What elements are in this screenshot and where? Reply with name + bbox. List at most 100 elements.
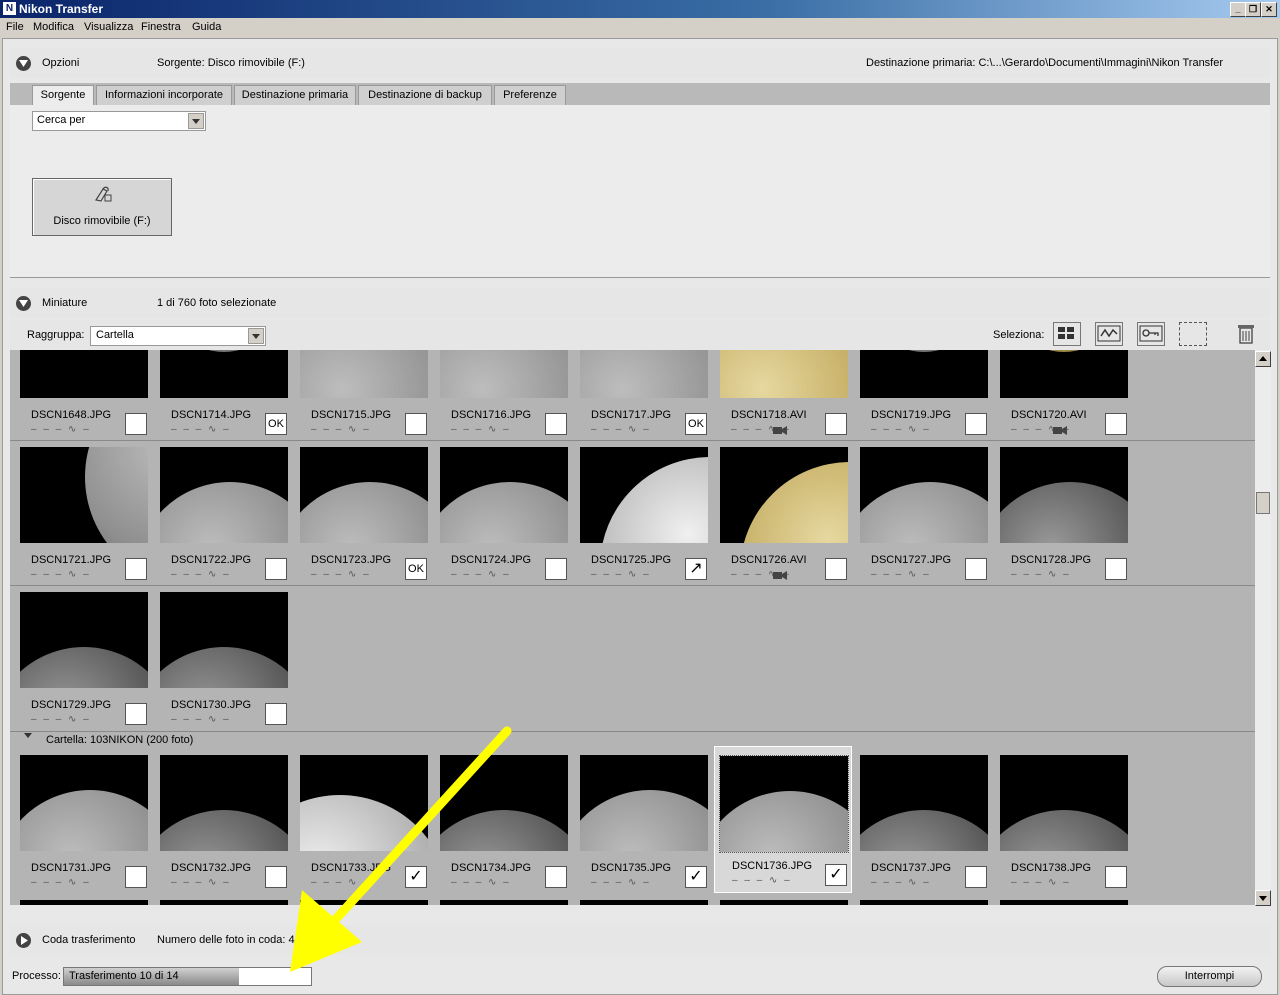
photo-thumbnail[interactable]	[719, 755, 849, 853]
photo-thumbnail[interactable]	[440, 447, 568, 543]
photo-thumbnail[interactable]	[160, 755, 288, 851]
transfer-checkbox[interactable]	[965, 866, 987, 888]
transfer-checkbox[interactable]: OK	[685, 413, 707, 435]
transfer-checkbox[interactable]	[265, 703, 287, 725]
device-button[interactable]: Disco rimovibile (F:)	[32, 178, 172, 236]
thumbnail-cell[interactable]: DSCN1717.JPG – – – ∿ – OK	[570, 350, 708, 440]
minimize-button[interactable]: _	[1230, 2, 1246, 17]
select-all-button[interactable]	[1053, 322, 1081, 346]
photo-thumbnail[interactable]	[20, 350, 148, 398]
menu-finestra[interactable]: Finestra	[141, 21, 181, 33]
menu-file[interactable]: File	[6, 21, 24, 33]
close-button[interactable]: ✕	[1261, 2, 1277, 17]
transfer-checkbox[interactable]	[1105, 558, 1127, 580]
thumbnail-cell[interactable]: DSCN1733.JPG – – – ∿ – ✓	[290, 749, 428, 894]
photo-thumbnail[interactable]	[580, 447, 708, 543]
collapse-icon[interactable]	[16, 56, 31, 71]
thumbnail-cell[interactable]: DSCN1725.JPG – – – ∿ – ↗	[570, 441, 708, 585]
thumbnail-cell[interactable]: DSCN1727.JPG – – – ∿ –	[850, 441, 988, 585]
thumbnail-cell[interactable]: DSCN1732.JPG – – – ∿ –	[150, 749, 288, 894]
thumbnail-cell[interactable]: DSCN1726.AVI – – – ∿ –	[710, 441, 848, 585]
transfer-checkbox[interactable]	[545, 866, 567, 888]
thumbnail-cell[interactable]: DSCN1729.JPG – – – ∿ –	[10, 586, 148, 731]
photo-thumbnail[interactable]	[300, 350, 428, 398]
thumbnail-cell[interactable]: DSCN1648.JPG – – – ∿ –	[10, 350, 148, 440]
thumbnail-cell[interactable]: DSCN1737.JPG – – – ∿ –	[850, 749, 988, 894]
vertical-scrollbar[interactable]	[1255, 350, 1271, 906]
transfer-checkbox[interactable]: ✓	[405, 866, 427, 888]
transfer-checkbox[interactable]	[405, 413, 427, 435]
transfer-checkbox[interactable]	[265, 558, 287, 580]
transfer-checkbox[interactable]	[125, 703, 147, 725]
search-by-dropdown[interactable]: Cerca per	[32, 111, 206, 131]
tab-destinazione-backup[interactable]: Destinazione di backup	[358, 85, 492, 106]
transfer-checkbox[interactable]: OK	[265, 413, 287, 435]
thumbnail-cell[interactable]: DSCN1721.JPG – – – ∿ –	[10, 441, 148, 585]
photo-thumbnail[interactable]	[20, 592, 148, 688]
thumbnail-cell[interactable]: DSCN1731.JPG – – – ∿ –	[10, 749, 148, 894]
restore-button[interactable]: ❐	[1245, 2, 1261, 17]
photo-thumbnail[interactable]	[160, 447, 288, 543]
photo-thumbnail[interactable]	[160, 350, 288, 398]
folder-expand-icon[interactable]	[24, 733, 32, 738]
chevron-down-icon[interactable]	[248, 328, 264, 344]
transfer-checkbox[interactable]: ✓	[825, 864, 847, 886]
transfer-checkbox[interactable]	[125, 558, 147, 580]
photo-thumbnail[interactable]	[300, 755, 428, 851]
chevron-down-icon[interactable]	[188, 113, 204, 129]
menu-modifica[interactable]: Modifica	[33, 21, 74, 33]
photo-thumbnail[interactable]	[1000, 447, 1128, 543]
delete-button[interactable]	[1233, 322, 1259, 344]
select-none-button[interactable]	[1179, 322, 1207, 346]
menu-guida[interactable]: Guida	[192, 21, 221, 33]
transfer-checkbox[interactable]: OK	[405, 558, 427, 580]
transfer-checkbox[interactable]	[965, 558, 987, 580]
menu-visualizza[interactable]: Visualizza	[84, 21, 133, 33]
tab-sorgente[interactable]: Sorgente	[32, 85, 94, 107]
photo-thumbnail[interactable]	[440, 350, 568, 398]
transfer-checkbox[interactable]	[125, 866, 147, 888]
photo-thumbnail[interactable]	[20, 447, 148, 543]
photo-thumbnail[interactable]	[860, 900, 988, 905]
thumbnail-cell[interactable]: DSCN1722.JPG – – – ∿ –	[150, 441, 288, 585]
photo-thumbnail[interactable]	[20, 755, 148, 851]
photo-thumbnail[interactable]	[160, 900, 288, 905]
transfer-checkbox[interactable]	[545, 413, 567, 435]
tab-informazioni-incorporate[interactable]: Informazioni incorporate	[96, 85, 232, 106]
photo-thumbnail[interactable]	[860, 350, 988, 398]
thumbnail-cell[interactable]: DSCN1723.JPG – – – ∿ – OK	[290, 441, 428, 585]
photo-thumbnail[interactable]	[300, 447, 428, 543]
photo-thumbnail[interactable]	[440, 755, 568, 851]
tab-destinazione-primaria[interactable]: Destinazione primaria	[234, 85, 356, 106]
transfer-checkbox[interactable]	[545, 558, 567, 580]
photo-thumbnail[interactable]	[580, 350, 708, 398]
thumbnail-cell[interactable]: DSCN1735.JPG – – – ∿ – ✓	[570, 749, 708, 894]
thumbnail-cell[interactable]: DSCN1734.JPG – – – ∿ –	[430, 749, 568, 894]
interrupt-button[interactable]: Interrompi	[1157, 966, 1262, 987]
thumbnail-cell[interactable]: DSCN1714.JPG – – – ∿ – OK	[150, 350, 288, 440]
transfer-checkbox[interactable]	[125, 413, 147, 435]
photo-thumbnail[interactable]	[1000, 755, 1128, 851]
transfer-checkbox[interactable]	[825, 558, 847, 580]
select-new-button[interactable]	[1095, 322, 1123, 346]
thumbnail-cell[interactable]: DSCN1736.JPG – – – ∿ – ✓	[714, 746, 852, 893]
thumbnail-cell[interactable]: DSCN1730.JPG – – – ∿ –	[150, 586, 288, 731]
thumbnail-cell[interactable]: DSCN1716.JPG – – – ∿ –	[430, 350, 568, 440]
scroll-thumb[interactable]	[1256, 492, 1270, 514]
transfer-checkbox[interactable]: ✓	[685, 866, 707, 888]
transfer-checkbox[interactable]	[965, 413, 987, 435]
photo-thumbnail[interactable]	[300, 900, 428, 905]
photo-thumbnail[interactable]	[720, 900, 848, 905]
select-protected-button[interactable]	[1137, 322, 1165, 346]
expand-icon[interactable]	[16, 933, 31, 948]
thumbnail-cell[interactable]: DSCN1728.JPG – – – ∿ –	[990, 441, 1128, 585]
photo-thumbnail[interactable]	[580, 755, 708, 851]
photo-thumbnail[interactable]	[440, 900, 568, 905]
thumbnail-cell[interactable]: DSCN1719.JPG – – – ∿ –	[850, 350, 988, 440]
photo-thumbnail[interactable]	[860, 755, 988, 851]
photo-thumbnail[interactable]	[1000, 900, 1128, 905]
transfer-checkbox[interactable]	[1105, 413, 1127, 435]
photo-thumbnail[interactable]	[20, 900, 148, 905]
transfer-checkbox[interactable]	[1105, 866, 1127, 888]
photo-thumbnail[interactable]	[720, 350, 848, 398]
